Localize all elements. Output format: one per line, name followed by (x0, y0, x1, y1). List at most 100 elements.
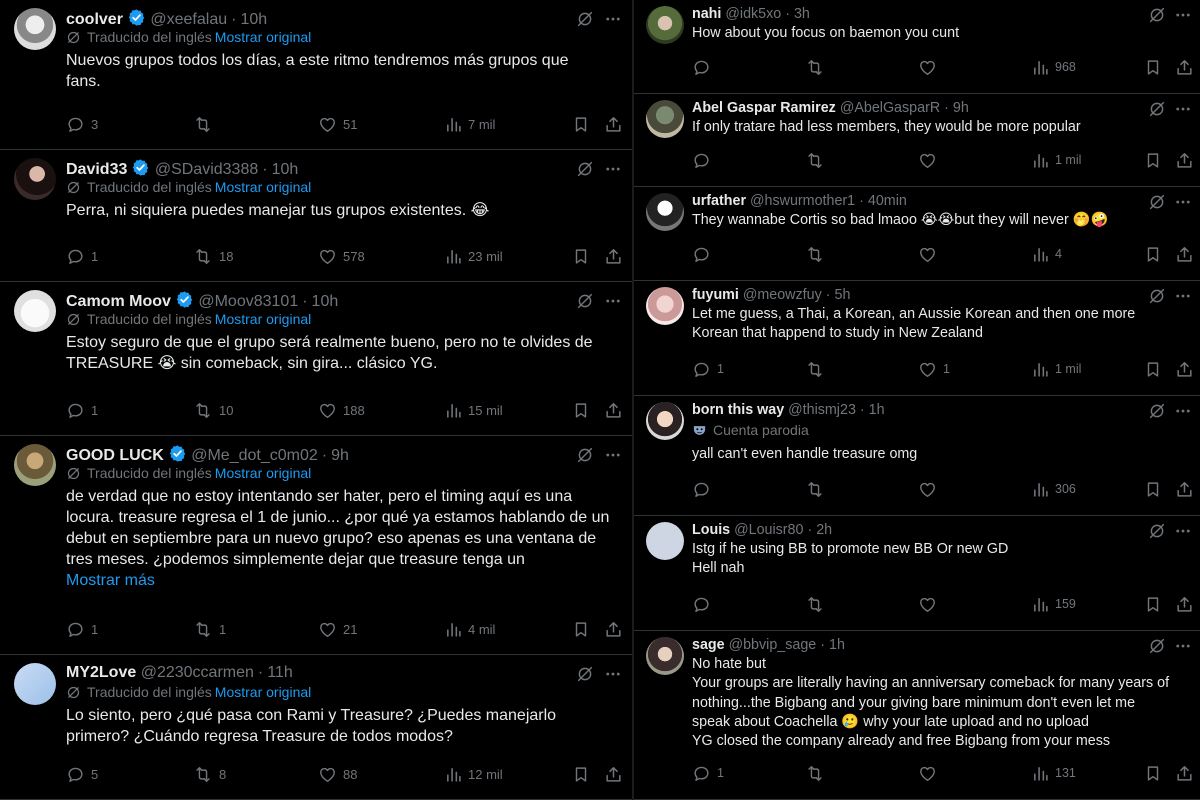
more-options-icon[interactable] (1174, 287, 1192, 305)
display-name[interactable]: sage (692, 637, 725, 653)
show-original-link[interactable]: Mostrar original (215, 683, 311, 701)
timestamp[interactable]: 3h (794, 6, 810, 22)
user-avatar[interactable] (646, 637, 684, 675)
user-handle[interactable]: @AbelGasparR (840, 100, 940, 116)
show-more-link[interactable]: Mostrar más (66, 570, 155, 591)
grok-icon[interactable] (576, 160, 594, 178)
repost-button[interactable] (805, 243, 831, 265)
show-original-link[interactable]: Mostrar original (215, 28, 311, 46)
user-avatar[interactable] (14, 663, 56, 705)
reply-tweet[interactable]: urfather @hswurmother1 · 40min They wannabe… (634, 187, 1200, 281)
grok-icon[interactable] (1148, 522, 1166, 540)
bookmark-button[interactable] (1144, 762, 1162, 784)
reply-button[interactable] (692, 243, 717, 265)
like-button[interactable]: 88 (318, 763, 357, 785)
share-button[interactable] (1175, 478, 1194, 500)
more-options-icon[interactable] (604, 160, 622, 178)
views-button[interactable]: 1 mil (1032, 149, 1081, 171)
user-handle[interactable]: @SDavid3388 (155, 161, 258, 178)
share-button[interactable] (604, 399, 623, 421)
user-avatar[interactable] (646, 402, 684, 440)
user-handle[interactable]: @meowzfuy (743, 287, 822, 303)
grok-icon[interactable] (576, 665, 594, 683)
share-button[interactable] (604, 113, 623, 135)
more-options-icon[interactable] (1174, 637, 1192, 655)
timestamp[interactable]: 10h (240, 11, 267, 28)
views-button[interactable]: 159 (1032, 593, 1076, 615)
more-options-icon[interactable] (1174, 193, 1192, 211)
display-name[interactable]: nahi (692, 6, 721, 22)
grok-icon[interactable] (1148, 6, 1166, 24)
user-avatar[interactable] (646, 522, 684, 560)
grok-icon[interactable] (1148, 637, 1166, 655)
share-button[interactable] (1175, 243, 1194, 265)
user-handle[interactable]: @Moov83101 (198, 293, 298, 310)
bookmark-button[interactable] (1144, 478, 1162, 500)
user-avatar[interactable] (646, 287, 684, 325)
reply-tweet[interactable]: David33 @SDavid3388 · 10h Traducido del ing… (0, 150, 632, 282)
like-button[interactable] (918, 149, 943, 171)
like-button[interactable]: 21 (318, 618, 357, 640)
reply-tweet[interactable]: fuyumi @meowzfuy · 5h Let me guess, a Thai,… (634, 281, 1200, 396)
show-original-link[interactable]: Mostrar original (215, 310, 311, 328)
like-button[interactable]: 51 (318, 113, 357, 135)
reply-tweet[interactable]: Louis @Louisr80 · 2h Istg if he using BB to… (634, 516, 1200, 631)
like-button[interactable]: 188 (318, 399, 365, 421)
views-button[interactable]: 1 mil (1032, 358, 1081, 380)
reply-tweet[interactable]: GOOD LUCK @Me_dot_c0m02 · 9h Traducido del … (0, 436, 632, 655)
grok-icon[interactable] (576, 446, 594, 464)
reply-button[interactable]: 1 (66, 245, 98, 267)
reply-tweet[interactable]: sage @bbvip_sage · 1h No hate but Your grou… (634, 631, 1200, 800)
reply-tweet[interactable]: coolver @xeefalau · 10h Traducido del inglé… (0, 0, 632, 150)
bookmark-button[interactable] (1144, 593, 1162, 615)
like-button[interactable] (918, 762, 943, 784)
views-button[interactable]: 23 mil (445, 245, 503, 267)
display-name[interactable]: GOOD LUCK (66, 447, 164, 464)
views-button[interactable]: 15 mil (445, 399, 503, 421)
timestamp[interactable]: 10h (272, 161, 299, 178)
bookmark-button[interactable] (572, 618, 590, 640)
timestamp[interactable]: 5h (835, 287, 851, 303)
timestamp[interactable]: 1h (829, 637, 845, 653)
reply-button[interactable]: 1 (66, 618, 98, 640)
repost-button[interactable]: 8 (193, 763, 226, 785)
more-options-icon[interactable] (604, 10, 622, 28)
timestamp[interactable]: 1h (869, 402, 885, 418)
repost-button[interactable]: 1 (193, 618, 226, 640)
bookmark-button[interactable] (572, 245, 590, 267)
display-name[interactable]: fuyumi (692, 287, 739, 303)
timestamp[interactable]: 9h (953, 100, 969, 116)
user-handle[interactable]: @idk5xo (725, 6, 781, 22)
reply-button[interactable]: 1 (692, 358, 724, 380)
reply-button[interactable]: 3 (66, 113, 98, 135)
user-handle[interactable]: @bbvip_sage (729, 637, 817, 653)
like-button[interactable]: 1 (918, 358, 950, 380)
display-name[interactable]: coolver (66, 11, 123, 28)
reply-button[interactable] (692, 478, 717, 500)
bookmark-button[interactable] (572, 399, 590, 421)
more-options-icon[interactable] (604, 665, 622, 683)
views-button[interactable]: 4 (1032, 243, 1062, 265)
user-avatar[interactable] (646, 6, 684, 44)
grok-icon[interactable] (576, 292, 594, 310)
reply-tweet[interactable]: Abel Gaspar Ramirez @AbelGasparR · 9h If on… (634, 94, 1200, 187)
share-button[interactable] (1175, 149, 1194, 171)
share-button[interactable] (1175, 358, 1194, 380)
reply-tweet[interactable]: born this way @thismj23 · 1h Cuenta parodia… (634, 396, 1200, 516)
views-button[interactable]: 4 mil (445, 618, 495, 640)
share-button[interactable] (604, 245, 623, 267)
user-avatar[interactable] (14, 8, 56, 50)
user-avatar[interactable] (14, 290, 56, 332)
user-avatar[interactable] (646, 100, 684, 138)
display-name[interactable]: David33 (66, 161, 127, 178)
user-handle[interactable]: @Me_dot_c0m02 (191, 447, 318, 464)
bookmark-button[interactable] (572, 763, 590, 785)
share-button[interactable] (1175, 762, 1194, 784)
timestamp[interactable]: 9h (331, 447, 349, 464)
views-button[interactable]: 12 mil (445, 763, 503, 785)
timestamp[interactable]: 2h (816, 522, 832, 538)
display-name[interactable]: Louis (692, 522, 730, 538)
more-options-icon[interactable] (604, 446, 622, 464)
repost-button[interactable]: 18 (193, 245, 233, 267)
repost-button[interactable] (805, 149, 831, 171)
